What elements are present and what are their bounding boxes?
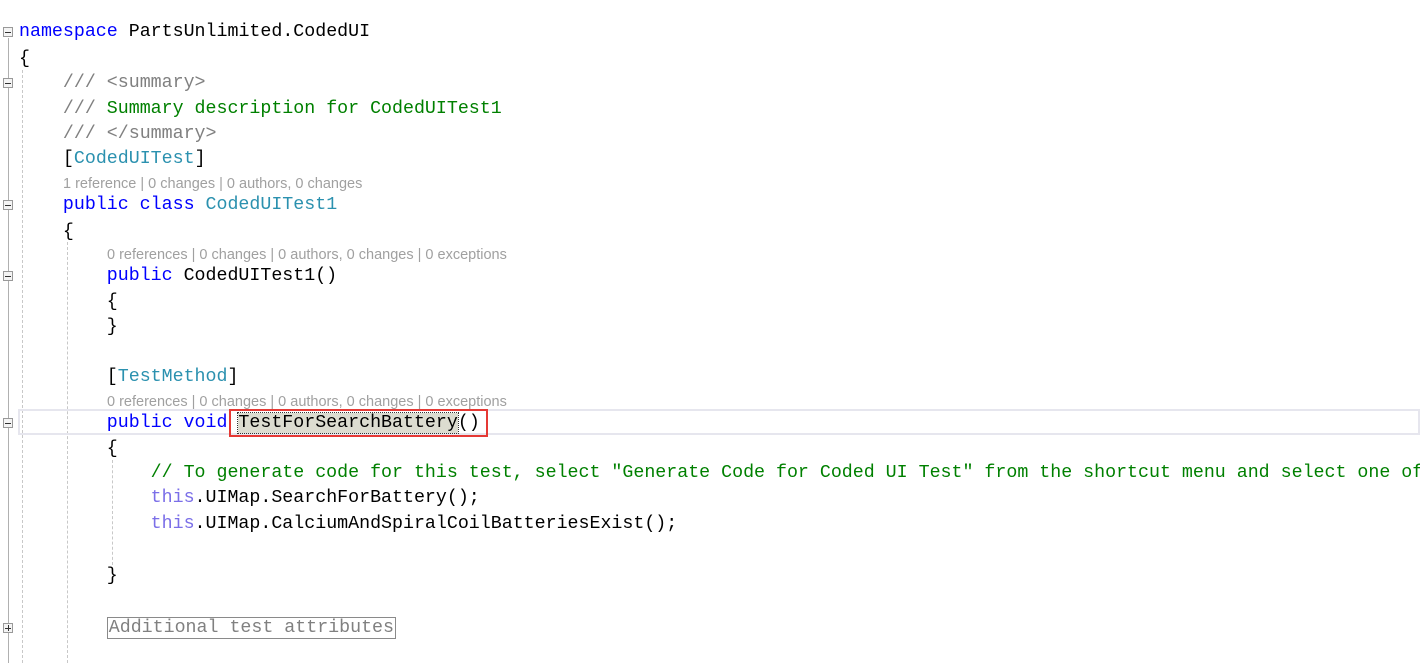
collapse-icon[interactable] bbox=[3, 27, 13, 37]
keyword: public void bbox=[106, 413, 239, 433]
keyword: namespace bbox=[19, 22, 118, 42]
brace: { bbox=[106, 439, 118, 459]
expand-icon[interactable] bbox=[3, 623, 13, 633]
namespace-name: PartsUnlimited.CodedUI bbox=[128, 22, 371, 42]
code-line: namespace PartsUnlimited.CodedUI bbox=[19, 20, 370, 44]
code-line: Additional test attributes bbox=[19, 616, 396, 640]
doc-tag: </summary> bbox=[106, 124, 217, 144]
collapse-icon[interactable] bbox=[3, 78, 13, 88]
code-line: } bbox=[19, 564, 118, 588]
doc-prefix: /// bbox=[62, 73, 107, 93]
brace: } bbox=[106, 566, 118, 586]
class-name: CodedUITest1 bbox=[205, 195, 338, 215]
attribute: CodedUITest bbox=[73, 149, 195, 169]
doc-tag: <summary> bbox=[106, 73, 206, 93]
code-line: [CodedUITest] bbox=[19, 147, 206, 171]
code-line: /// </summary> bbox=[19, 122, 217, 146]
bracket: [ bbox=[106, 367, 118, 387]
code-line: public class CodedUITest1 bbox=[19, 193, 337, 217]
code-line: { bbox=[19, 220, 74, 244]
code-line: [TestMethod] bbox=[19, 365, 239, 389]
code-line: { bbox=[19, 437, 118, 461]
bracket: ] bbox=[227, 367, 239, 387]
code-line: { bbox=[19, 49, 30, 69]
collapse-icon[interactable] bbox=[3, 271, 13, 281]
attribute: TestMethod bbox=[117, 367, 228, 387]
bracket: [ bbox=[62, 149, 74, 169]
collapsed-region[interactable]: Additional test attributes bbox=[106, 617, 396, 639]
codelens[interactable]: 0 references | 0 changes | 0 authors, 0 … bbox=[107, 246, 507, 264]
codelens[interactable]: 1 reference | 0 changes | 0 authors, 0 c… bbox=[63, 175, 362, 193]
code-line: this.UIMap.CalciumAndSpiralCoilBatteries… bbox=[19, 512, 678, 536]
bracket: ] bbox=[194, 149, 206, 169]
brace: { bbox=[62, 222, 74, 242]
code-line: // To generate code for this test, selec… bbox=[19, 461, 1420, 485]
code-line: public CodedUITest1() bbox=[19, 264, 337, 288]
keyword: public class bbox=[62, 195, 206, 215]
method-call: .UIMap.SearchForBattery(); bbox=[194, 488, 480, 508]
comment: // To generate code for this test, selec… bbox=[150, 463, 1420, 483]
code-line: /// Summary description for CodedUITest1 bbox=[19, 97, 502, 121]
keyword: public bbox=[106, 266, 184, 286]
highlight-box bbox=[229, 409, 488, 437]
brace: { bbox=[106, 292, 118, 312]
code-line: /// <summary> bbox=[19, 71, 206, 95]
code-line: } bbox=[19, 315, 118, 339]
code-line: { bbox=[19, 290, 118, 314]
brace: } bbox=[106, 317, 118, 337]
doc-text: Summary description for CodedUITest1 bbox=[106, 99, 502, 119]
doc-prefix: /// bbox=[62, 124, 107, 144]
collapse-icon[interactable] bbox=[3, 200, 13, 210]
method-call: .UIMap.CalciumAndSpiralCoilBatteriesExis… bbox=[194, 514, 678, 534]
doc-prefix: /// bbox=[62, 99, 107, 119]
keyword: this bbox=[150, 488, 195, 508]
code-editor[interactable]: namespace PartsUnlimited.CodedUI { /// <… bbox=[0, 0, 1420, 663]
constructor-name: CodedUITest1() bbox=[183, 266, 338, 286]
code-line: this.UIMap.SearchForBattery(); bbox=[19, 486, 480, 510]
keyword: this bbox=[150, 514, 195, 534]
outline-bar bbox=[8, 88, 9, 146]
collapse-icon[interactable] bbox=[3, 418, 13, 428]
